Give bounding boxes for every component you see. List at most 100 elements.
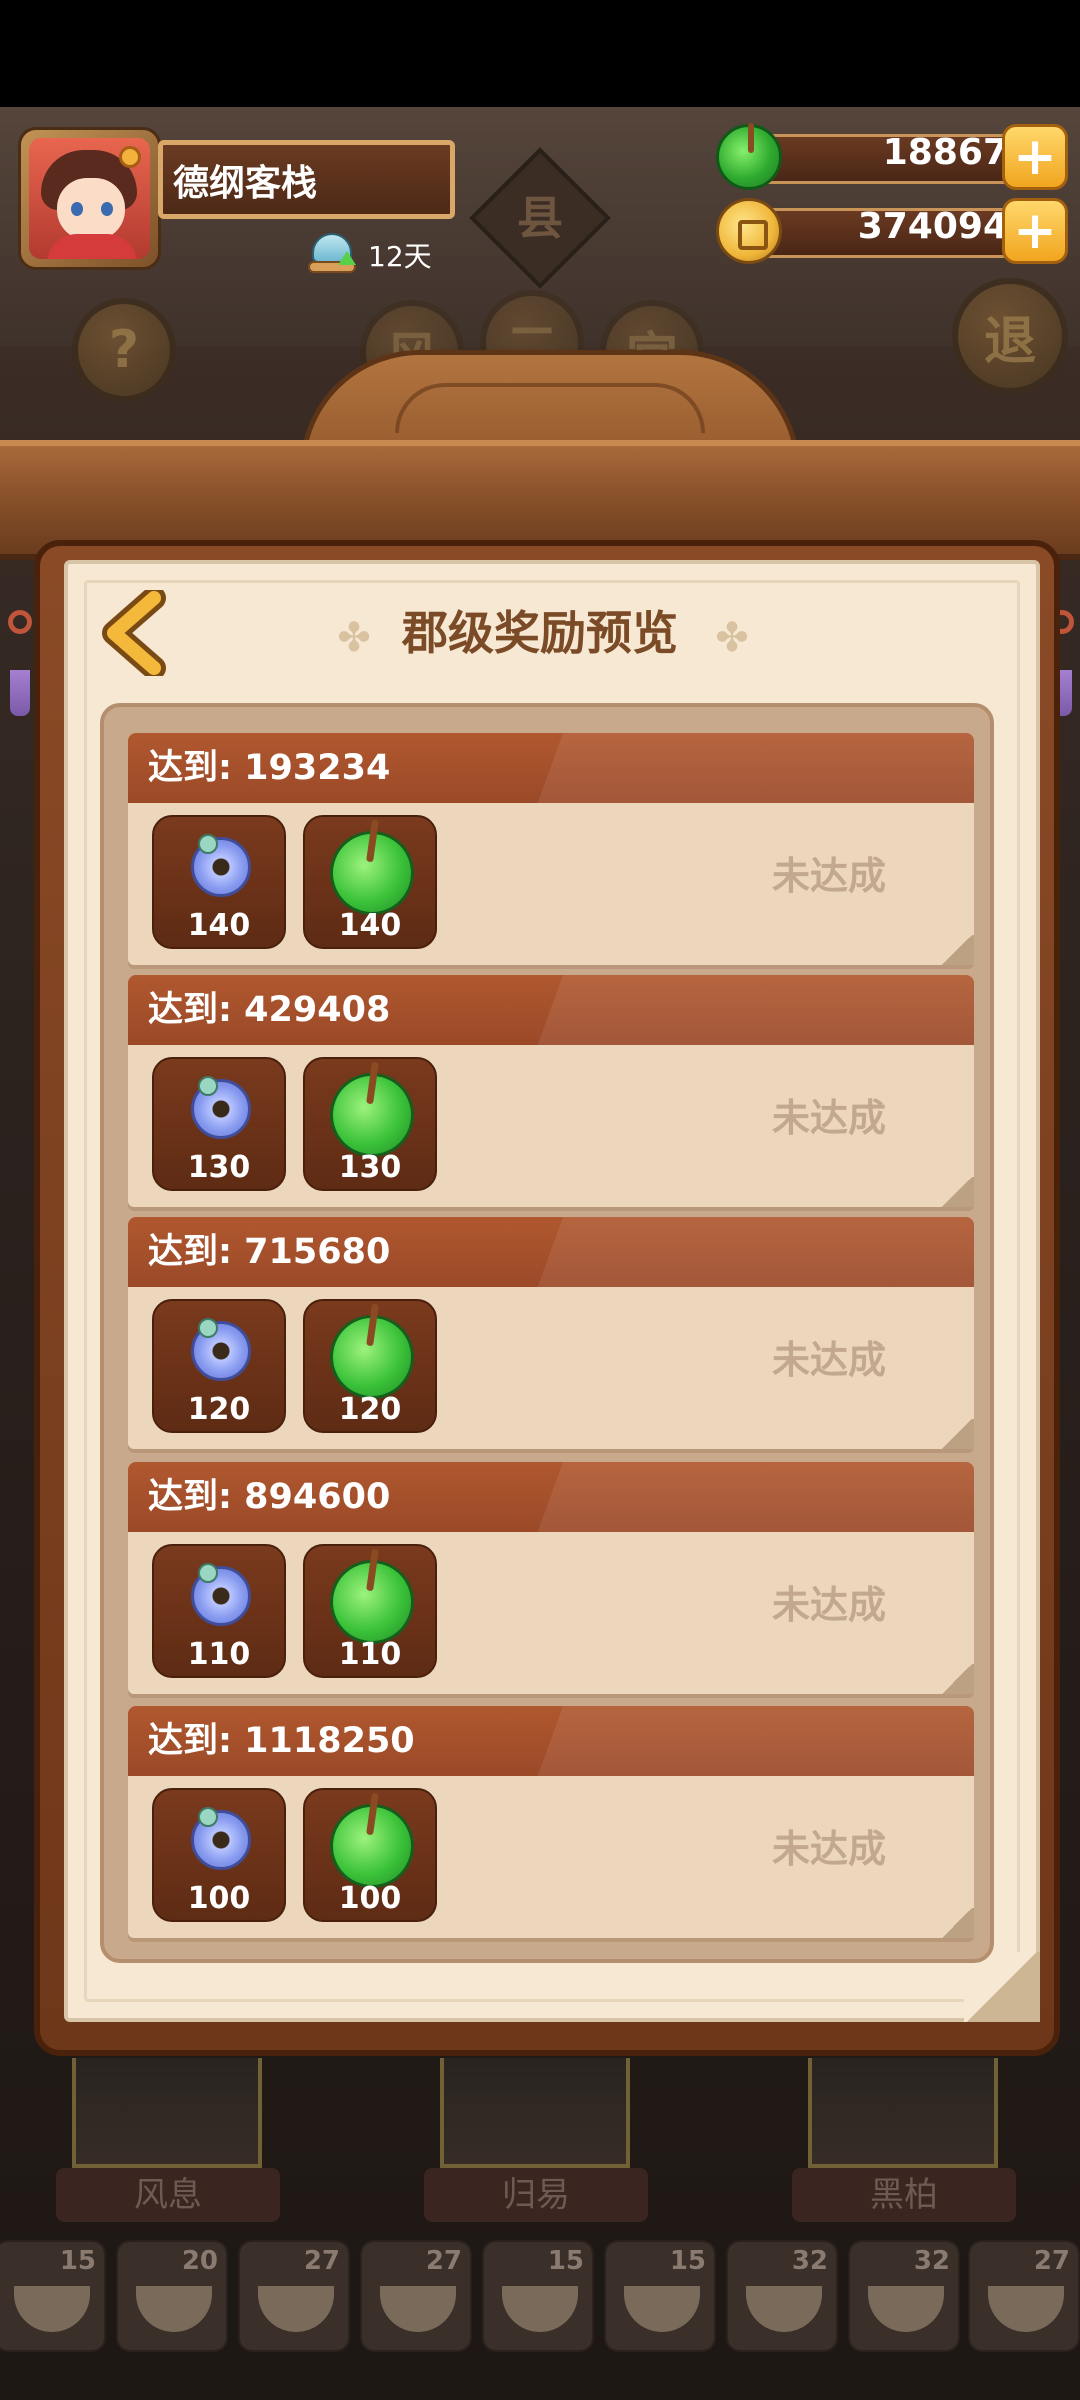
- reward-count: 110: [338, 1637, 402, 1672]
- character-card: [440, 2058, 630, 2168]
- reward-count: 100: [187, 1881, 251, 1916]
- tier-threshold: 达到: 894600: [148, 1477, 391, 1517]
- tier-threshold: 达到: 1118250: [148, 1721, 415, 1761]
- tier-body: 120 120 未达成: [128, 1287, 974, 1449]
- reward-tier-3: 达到: 715680 120 120 未达成: [128, 1217, 974, 1449]
- dish-count: 20: [181, 2246, 218, 2276]
- reward-ring-item[interactable]: 100: [152, 1788, 286, 1922]
- level-gem-icon: [119, 146, 141, 168]
- reward-count: 130: [187, 1150, 251, 1185]
- character-card: [808, 2058, 998, 2168]
- tier-status: 未达成: [771, 1583, 886, 1627]
- jade-icon: [330, 1315, 414, 1399]
- dish-count: 15: [547, 2246, 584, 2276]
- reward-count: 140: [338, 908, 402, 943]
- jade-amount: 18867: [882, 132, 1008, 173]
- exit-label: 退: [983, 311, 1036, 372]
- tier-body: 100 100 未达成: [128, 1776, 974, 1938]
- panel-title: 郡级奖励预览: [402, 606, 678, 660]
- tier-header: 达到: 715680: [128, 1217, 974, 1287]
- reward-tier-1: 达到: 193234 140 140 未达成: [128, 733, 974, 965]
- coin-currency: 374094 +: [716, 198, 1068, 264]
- avatar-portrait: [29, 138, 150, 259]
- coin-amount: 374094: [857, 206, 1008, 247]
- add-coin-button[interactable]: +: [1002, 198, 1068, 264]
- tier-threshold: 达到: 429408: [148, 990, 391, 1030]
- character-name: 风息: [56, 2168, 280, 2222]
- dish-slot: 32: [848, 2240, 960, 2352]
- jade-icon: [330, 1804, 414, 1888]
- chevron-left-icon: [102, 586, 166, 680]
- reward-count: 120: [187, 1392, 251, 1427]
- reward-ring-item[interactable]: 120: [152, 1299, 286, 1433]
- jade-icon: [330, 1073, 414, 1157]
- reward-tier-2: 达到: 429408 130 130 未达成: [128, 975, 974, 1207]
- reward-jade-item[interactable]: 120: [303, 1299, 437, 1433]
- time-machine-icon: [308, 233, 358, 277]
- character-card: [72, 2058, 262, 2168]
- reward-jade-item[interactable]: 130: [303, 1057, 437, 1191]
- reward-jade-item[interactable]: 140: [303, 815, 437, 949]
- dish-count: 32: [791, 2246, 828, 2276]
- coin-icon: [716, 198, 782, 264]
- dish-count: 27: [303, 2246, 340, 2276]
- tier-header: 达到: 193234: [128, 733, 974, 803]
- tier-threshold: 达到: 193234: [148, 748, 391, 788]
- dish-slot: 27: [238, 2240, 350, 2352]
- dish-slot: 15: [604, 2240, 716, 2352]
- character-name: 黑柏: [792, 2168, 1016, 2222]
- tier-header: 达到: 429408: [128, 975, 974, 1045]
- reward-ring-item[interactable]: 140: [152, 815, 286, 949]
- jade-currency: 18867 +: [716, 123, 1068, 190]
- ring-icon: [191, 1807, 251, 1870]
- tier-status: 未达成: [771, 1827, 886, 1871]
- tier-body: 130 130 未达成: [128, 1045, 974, 1207]
- jade-icon: [330, 831, 414, 915]
- player-name-box: 德纲客栈: [158, 140, 455, 219]
- dish-count: 15: [59, 2246, 96, 2276]
- dish-slot: 27: [360, 2240, 472, 2352]
- reward-jade-item[interactable]: 110: [303, 1544, 437, 1678]
- dish-count: 32: [913, 2246, 950, 2276]
- ring-icon: [191, 834, 251, 897]
- reward-tier-5: 达到: 1118250 100 100 未达成: [128, 1706, 974, 1938]
- days-count: 12天: [368, 240, 432, 273]
- tier-status: 未达成: [771, 1096, 886, 1140]
- dish-count: 15: [669, 2246, 706, 2276]
- exit-button[interactable]: 退: [952, 278, 1068, 394]
- tier-body: 140 140 未达成: [128, 803, 974, 965]
- back-button[interactable]: [100, 586, 176, 680]
- reward-ring-item[interactable]: 130: [152, 1057, 286, 1191]
- add-jade-button[interactable]: +: [1002, 124, 1068, 190]
- ring-icon: [191, 1076, 251, 1139]
- title-ornament-right: ✤: [715, 615, 749, 661]
- help-button[interactable]: ?: [72, 298, 176, 402]
- ring-icon: [191, 1318, 251, 1381]
- reward-count: 140: [187, 908, 251, 943]
- player-avatar[interactable]: [18, 127, 161, 270]
- help-icon: ?: [108, 320, 140, 380]
- reward-count: 130: [338, 1150, 402, 1185]
- dish-slot: 15: [0, 2240, 106, 2352]
- reward-ring-item[interactable]: 110: [152, 1544, 286, 1678]
- knot-ornament-left: [2, 610, 38, 720]
- dish-slot: 15: [482, 2240, 594, 2352]
- days-indicator: 12天: [308, 233, 432, 277]
- jade-icon: [716, 123, 782, 190]
- dish-slot: 27: [968, 2240, 1080, 2352]
- reward-count: 100: [338, 1881, 402, 1916]
- reward-tier-4: 达到: 894600 110 110 未达成: [128, 1462, 974, 1694]
- dish-count: 27: [425, 2246, 462, 2276]
- tier-status: 未达成: [771, 854, 886, 898]
- reward-jade-item[interactable]: 100: [303, 1788, 437, 1922]
- reward-count: 110: [187, 1637, 251, 1672]
- ring-icon: [191, 1563, 251, 1626]
- character-name: 归易: [424, 2168, 648, 2222]
- tier-header: 达到: 1118250: [128, 1706, 974, 1776]
- tier-threshold: 达到: 715680: [148, 1232, 391, 1272]
- tier-status: 未达成: [771, 1338, 886, 1382]
- county-label: 县: [517, 191, 563, 245]
- tier-body: 110 110 未达成: [128, 1532, 974, 1694]
- tier-header: 达到: 894600: [128, 1462, 974, 1532]
- jade-icon: [330, 1560, 414, 1644]
